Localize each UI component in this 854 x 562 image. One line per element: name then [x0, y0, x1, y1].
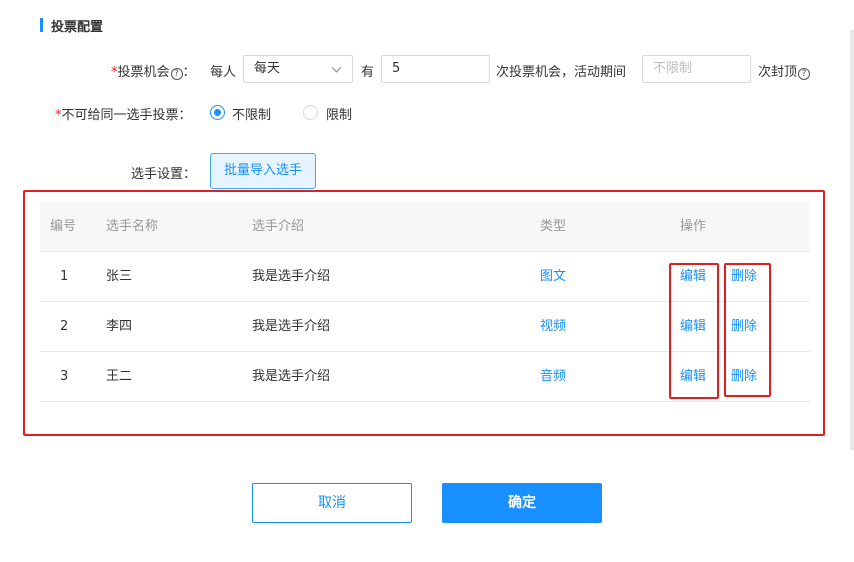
player-settings-label: 选手设置：: [131, 167, 197, 182]
has-label: 有: [361, 65, 375, 80]
per-person-label: 每人: [210, 65, 237, 80]
chevron-down-icon: [331, 62, 342, 73]
help-icon[interactable]: ?: [798, 68, 811, 80]
confirm-button[interactable]: 确定: [442, 483, 602, 523]
edit-column-highlight: [669, 263, 719, 399]
vote-chance-label-text: 投票机会: [117, 65, 170, 80]
cap-limit-input[interactable]: 不限制: [642, 55, 751, 83]
batch-import-button[interactable]: 批量导入选手: [210, 153, 316, 189]
cap-limit-placeholder: 不限制: [653, 61, 693, 76]
section-accent-bar: [40, 18, 43, 32]
vote-count-input[interactable]: 5: [381, 55, 490, 83]
delete-column-highlight: [724, 263, 771, 397]
period-select-value: 每天: [254, 61, 281, 76]
section-title: 投票配置: [51, 20, 104, 35]
scrollbar-track[interactable]: [850, 30, 854, 450]
same-player-label-text: 不可给同一选手投票：: [61, 108, 192, 123]
cancel-button[interactable]: 取消: [252, 483, 412, 523]
vote-chance-label: *投票机会?：: [111, 61, 196, 80]
cap-suffix-label: 次封顶?: [758, 61, 811, 80]
period-select[interactable]: 每天: [243, 55, 353, 83]
help-icon[interactable]: ?: [170, 68, 183, 80]
radio-limited-label[interactable]: 限制: [326, 104, 352, 123]
cap-suffix-text: 次封顶: [758, 65, 798, 80]
radio-limited[interactable]: [303, 105, 318, 120]
same-player-label: *不可给同一选手投票：: [55, 104, 192, 123]
label-colon: ：: [182, 65, 196, 80]
radio-unlimited-label[interactable]: 不限制: [232, 104, 271, 123]
vote-count-value: 5: [392, 61, 401, 76]
radio-unlimited[interactable]: [210, 105, 225, 120]
vote-chance-middle-text: 次投票机会，活动期间: [496, 65, 627, 80]
